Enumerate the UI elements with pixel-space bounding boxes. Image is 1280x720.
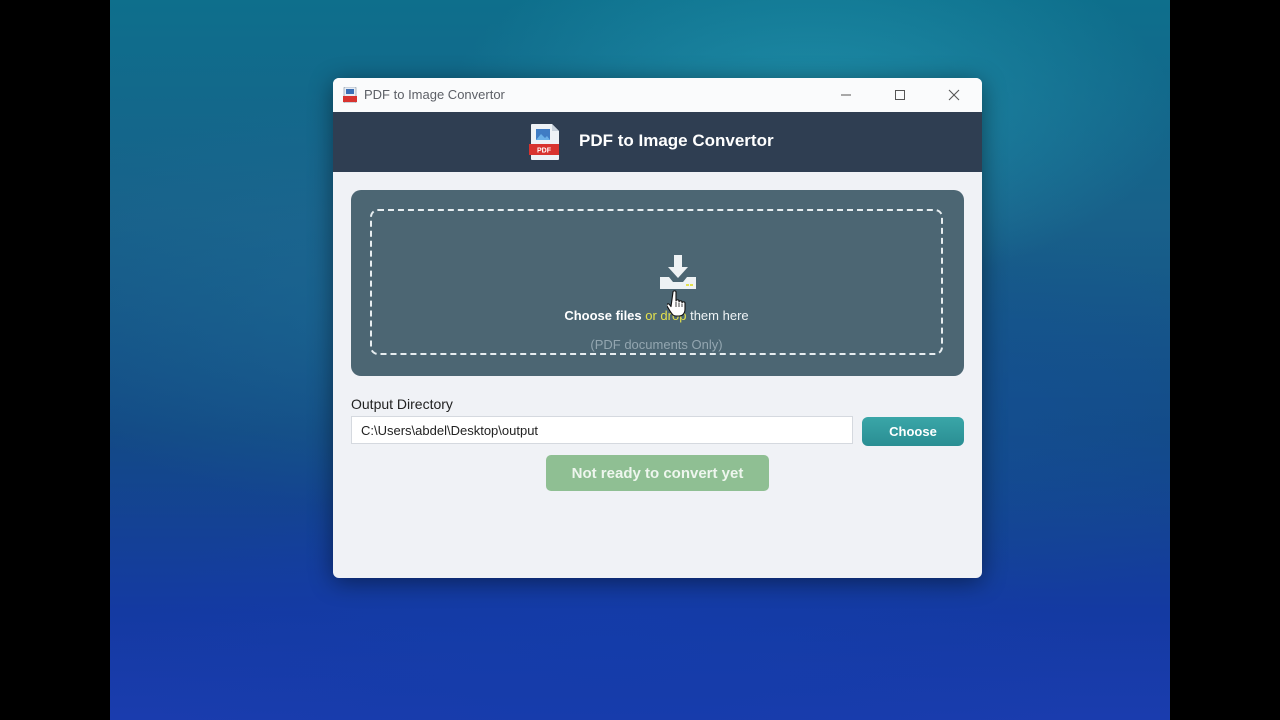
close-button[interactable] xyxy=(931,78,977,112)
app-header: PDF PDF to Image Convertor xyxy=(333,112,982,172)
maximize-icon xyxy=(895,90,905,100)
output-directory-input[interactable] xyxy=(351,416,853,444)
close-icon xyxy=(948,89,960,101)
dropzone-dashed-area[interactable]: Choose files or drop them here (PDF docu… xyxy=(370,209,943,355)
pdf-image-logo-icon: PDF xyxy=(529,124,559,160)
header-title: PDF to Image Convertor xyxy=(579,131,774,150)
svg-text:PDF: PDF xyxy=(537,148,552,155)
hand-cursor-icon xyxy=(667,290,686,317)
maximize-button[interactable] xyxy=(877,78,923,112)
choose-directory-button[interactable]: Choose xyxy=(862,417,964,446)
pdf-only-hint: (PDF documents Only) xyxy=(590,337,723,352)
file-dropzone[interactable]: Choose files or drop them here (PDF docu… xyxy=(351,190,964,376)
them-here-text: them here xyxy=(690,308,749,323)
convert-button[interactable]: Not ready to convert yet xyxy=(546,455,769,491)
output-directory-label: Output Directory xyxy=(351,396,453,412)
minimize-icon xyxy=(841,94,851,96)
download-icon xyxy=(660,255,696,289)
minimize-button[interactable] xyxy=(823,78,869,112)
window-title: PDF to Image Convertor xyxy=(364,87,505,102)
choose-files-text: Choose files or drop them here xyxy=(372,308,941,323)
choose-files-link[interactable]: Choose files xyxy=(564,308,641,323)
app-icon xyxy=(343,87,357,103)
app-window: PDF to Image Convertor PDF PDF to Image … xyxy=(333,78,982,578)
title-bar[interactable]: PDF to Image Convertor xyxy=(333,78,982,112)
